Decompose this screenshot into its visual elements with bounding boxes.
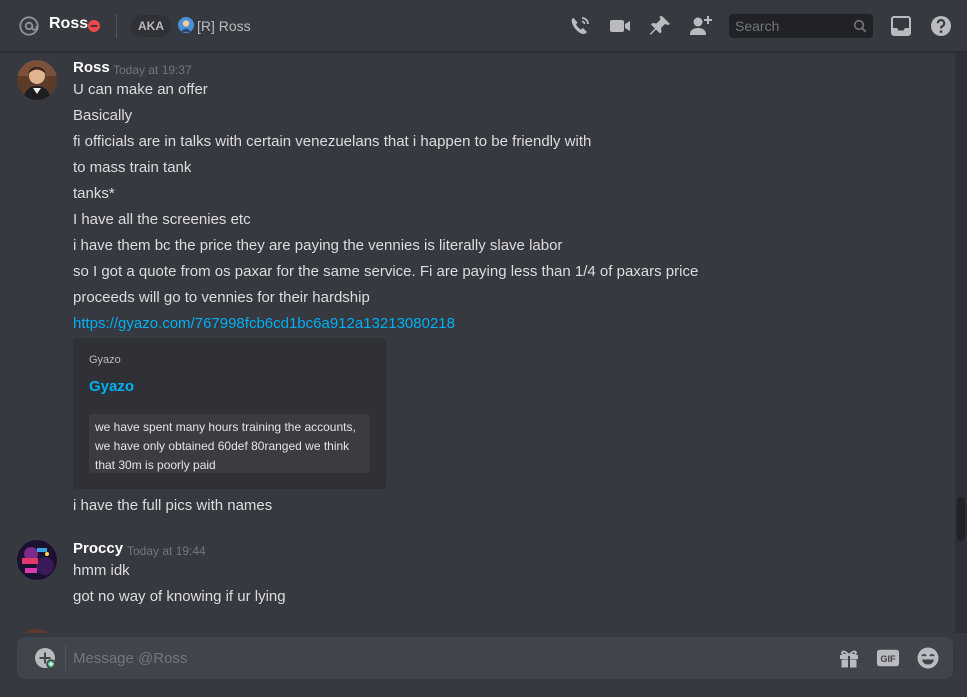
message-input[interactable] xyxy=(73,637,833,679)
channel-header: Ross AKA [R] Ross xyxy=(0,0,967,52)
avatar[interactable] xyxy=(17,60,57,100)
aka-badge: AKA xyxy=(131,15,171,37)
message-text: proceeds will go to vennies for their ha… xyxy=(73,289,370,306)
message-composer: GIF xyxy=(17,637,953,679)
search-bar[interactable] xyxy=(729,14,873,38)
search-icon xyxy=(853,19,867,33)
video-call-icon[interactable] xyxy=(607,13,633,39)
message-text: fi officials are in talks with certain v… xyxy=(73,133,592,150)
message-link[interactable]: https://gyazo.com/767998fcb6cd1bc6a912a1… xyxy=(73,315,455,332)
composer-divider xyxy=(65,645,66,671)
help-icon[interactable] xyxy=(928,13,954,39)
add-friend-icon[interactable] xyxy=(688,13,714,39)
message-author[interactable]: Ross xyxy=(73,59,110,76)
discord-dm-window: Ross AKA [R] Ross Search Ross Today at 1… xyxy=(0,0,967,697)
message-text: to mass train tank xyxy=(73,159,192,176)
message-list[interactable]: Ross Today at 19:37 U can make an offer … xyxy=(0,53,955,633)
embed-image-text: we have spent many hours training the ac… xyxy=(95,420,356,434)
embed-image-text: that 30m is poorly paid xyxy=(95,458,216,472)
pin-icon[interactable] xyxy=(647,13,673,39)
gift-icon[interactable] xyxy=(837,646,861,670)
scrollbar-track[interactable] xyxy=(955,53,967,633)
inbox-icon[interactable] xyxy=(888,13,914,39)
embed-image-text: we have only obtained 60def 80ranged we … xyxy=(95,439,350,453)
aka-name[interactable]: [R] Ross xyxy=(197,18,251,34)
search-input[interactable] xyxy=(729,14,849,38)
emoji-icon[interactable] xyxy=(916,646,940,670)
message-text: tanks* xyxy=(73,185,115,202)
embed-image[interactable]: we have spent many hours training the ac… xyxy=(89,414,370,473)
at-icon xyxy=(19,16,39,36)
scrollbar-thumb[interactable] xyxy=(957,497,965,541)
message-text: Basically xyxy=(73,107,133,124)
message-timestamp: Today at 19:37 xyxy=(113,63,192,77)
message-text: U can make an offer xyxy=(73,81,208,98)
embed-provider[interactable]: Gyazo xyxy=(89,354,121,366)
embed-title[interactable]: Gyazo xyxy=(89,378,134,395)
avatar[interactable] xyxy=(17,540,57,580)
avatar[interactable] xyxy=(17,629,57,633)
voice-call-icon[interactable] xyxy=(567,13,593,39)
aka-avatar xyxy=(178,17,194,33)
message-text: so I got a quote from os paxar for the s… xyxy=(73,263,699,280)
message-text: got no way of knowing if ur lying xyxy=(73,588,286,605)
message-text: i have them bc the price they are paying… xyxy=(73,237,563,254)
message-author[interactable]: Proccy xyxy=(73,540,123,557)
gif-label: GIF xyxy=(880,654,896,664)
message-text: I have all the screenies etc xyxy=(73,211,251,228)
header-divider xyxy=(116,14,117,38)
gif-icon[interactable]: GIF xyxy=(876,646,900,670)
message-text: hmm idk xyxy=(73,562,130,579)
link-embed: Gyazo Gyazo we have spent many hours tra… xyxy=(73,338,386,489)
attach-plus-icon[interactable] xyxy=(34,647,56,669)
channel-name: Ross xyxy=(49,15,89,32)
message-text: i have the full pics with names xyxy=(73,497,273,514)
dnd-status-icon xyxy=(88,20,100,32)
message-timestamp: Today at 19:44 xyxy=(127,544,206,558)
